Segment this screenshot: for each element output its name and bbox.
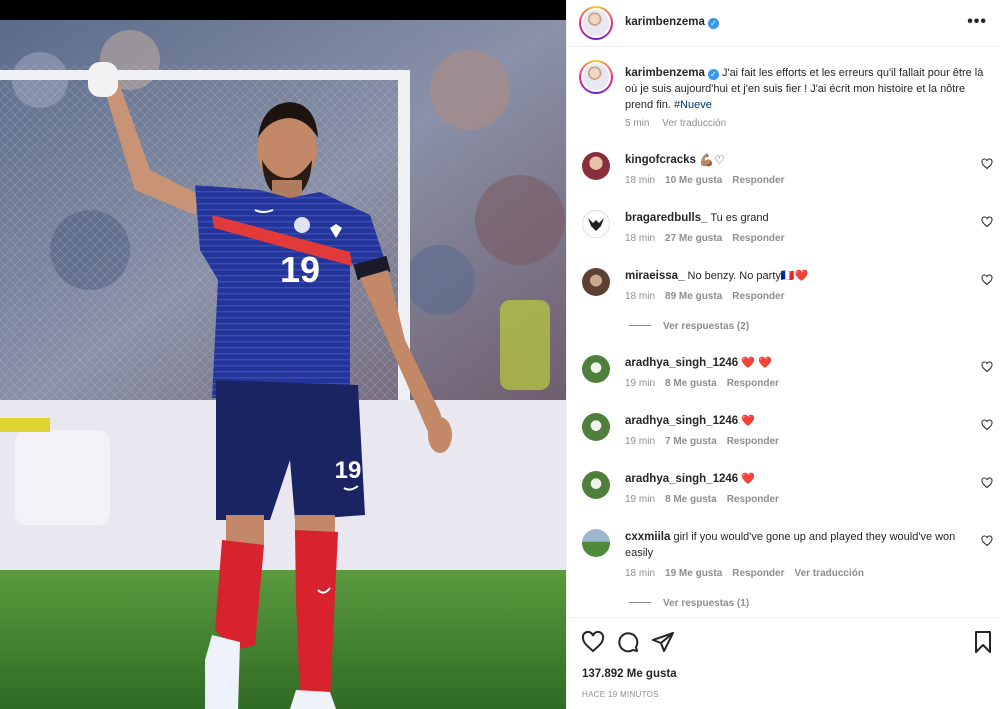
- replies-divider: [629, 325, 651, 326]
- comment-username[interactable]: aradhya_singh_1246: [625, 473, 738, 485]
- comment-text: ❤️: [741, 415, 755, 427]
- comment-time: 19 min: [625, 436, 656, 447]
- comment-likes[interactable]: 19 Me gusta: [665, 568, 722, 579]
- verified-badge-icon: ✓: [707, 69, 719, 80]
- comment-reply-button[interactable]: Responder: [727, 494, 779, 505]
- view-replies-label[interactable]: Ver respuestas (1): [663, 598, 749, 609]
- comment-likes[interactable]: 7 Me gusta: [665, 436, 717, 447]
- like-comment-heart-icon[interactable]: [981, 216, 993, 228]
- commenter-avatar[interactable]: [582, 210, 610, 238]
- comment-username[interactable]: aradhya_singh_1246: [625, 415, 738, 427]
- caption-avatar[interactable]: [579, 60, 613, 94]
- commenter-avatar[interactable]: [582, 529, 610, 557]
- more-options-icon[interactable]: •••: [967, 13, 987, 31]
- like-heart-icon[interactable]: [581, 630, 605, 654]
- author-name-row: karimbenzema ✓: [625, 16, 719, 29]
- commenter-avatar[interactable]: [582, 355, 610, 383]
- view-replies-button[interactable]: Ver respuestas (2): [629, 321, 749, 332]
- comment-time: 18 min: [625, 291, 656, 302]
- commenter-avatar[interactable]: [582, 413, 610, 441]
- caption-translate-link[interactable]: Ver traducción: [662, 118, 726, 129]
- comment-username[interactable]: miraeissa_: [625, 270, 684, 282]
- comment-username[interactable]: cxxmiila: [625, 531, 670, 543]
- comment-likes[interactable]: 89 Me gusta: [665, 291, 722, 302]
- photo-top-bar: [0, 0, 566, 20]
- comment-bubble-icon[interactable]: [616, 630, 640, 654]
- comment-time: 18 min: [625, 175, 656, 186]
- commenter-avatar[interactable]: [582, 152, 610, 180]
- caption-meta: 5 min Ver traducción: [625, 118, 736, 129]
- comment-text: girl if you would've gone up and played …: [625, 531, 956, 559]
- comment-translate-link[interactable]: Ver traducción: [795, 568, 864, 579]
- like-comment-heart-icon[interactable]: [981, 419, 993, 431]
- post-photo[interactable]: 19 19: [0, 0, 566, 709]
- shorts-number: 19: [335, 457, 362, 484]
- post-time-ago: HACE 19 MINUTOS: [582, 690, 659, 699]
- like-comment-heart-icon[interactable]: [981, 274, 993, 286]
- comment-time: 18 min: [625, 568, 656, 579]
- comment-reply-button[interactable]: Responder: [732, 233, 784, 244]
- comment-text: 💪🏽♡: [699, 153, 725, 167]
- author-username[interactable]: karimbenzema: [625, 16, 705, 28]
- like-comment-heart-icon[interactable]: [981, 535, 993, 547]
- comment-text: ❤️ ❤️: [741, 357, 772, 369]
- save-bookmark-icon[interactable]: [971, 630, 995, 654]
- share-send-icon[interactable]: [651, 630, 675, 654]
- view-replies-label[interactable]: Ver respuestas (2): [663, 321, 749, 332]
- post-caption: karimbenzema ✓ J'ai fait les efforts et l…: [625, 65, 985, 113]
- post-side-panel: karimbenzema ✓ ••• karimbenzema ✓ J'ai fai…: [566, 0, 1000, 709]
- comment-reply-button[interactable]: Responder: [727, 436, 779, 447]
- comment-username[interactable]: aradhya_singh_1246: [625, 357, 738, 369]
- comment-username[interactable]: bragaredbulls_: [625, 212, 707, 224]
- comment-text: Tu es grand: [710, 212, 769, 224]
- comment-reply-button[interactable]: Responder: [732, 291, 784, 302]
- like-comment-heart-icon[interactable]: [981, 158, 993, 170]
- comment-reply-button[interactable]: Responder: [727, 378, 779, 389]
- comment-likes[interactable]: 10 Me gusta: [665, 175, 722, 186]
- comment-time: 19 min: [625, 378, 656, 389]
- comment-likes[interactable]: 27 Me gusta: [665, 233, 722, 244]
- like-comment-heart-icon[interactable]: [981, 477, 993, 489]
- comment-reply-button[interactable]: Responder: [732, 175, 784, 186]
- verified-badge-icon: ✓: [707, 18, 719, 29]
- comment-time: 18 min: [625, 233, 656, 244]
- comment-likes[interactable]: 8 Me gusta: [665, 378, 717, 389]
- commenter-avatar[interactable]: [582, 268, 610, 296]
- likes-count[interactable]: 137.892 Me gusta: [582, 668, 677, 680]
- caption-username[interactable]: karimbenzema: [625, 67, 705, 79]
- post-image: 19 19: [0, 20, 566, 709]
- author-avatar[interactable]: [579, 6, 613, 40]
- post-header: karimbenzema ✓ •••: [567, 0, 1000, 47]
- caption-hashtag[interactable]: #Nueve: [674, 99, 712, 111]
- like-comment-heart-icon[interactable]: [981, 361, 993, 373]
- commenter-avatar[interactable]: [582, 471, 610, 499]
- comment-username[interactable]: kingofcracks: [625, 154, 696, 166]
- comment-reply-button[interactable]: Responder: [732, 568, 784, 579]
- caption-time: 5 min: [625, 118, 650, 129]
- comment-likes[interactable]: 8 Me gusta: [665, 494, 717, 505]
- jersey-number: 19: [280, 249, 320, 290]
- post-actions: 137.892 Me gusta HACE 19 MINUTOS: [567, 617, 1000, 709]
- replies-divider: [629, 602, 651, 603]
- view-replies-button[interactable]: Ver respuestas (1): [629, 598, 749, 609]
- comment-text: ❤️: [741, 473, 755, 485]
- comment-text: No benzy. No party🇫🇷❤️: [687, 270, 809, 282]
- comment-time: 19 min: [625, 494, 656, 505]
